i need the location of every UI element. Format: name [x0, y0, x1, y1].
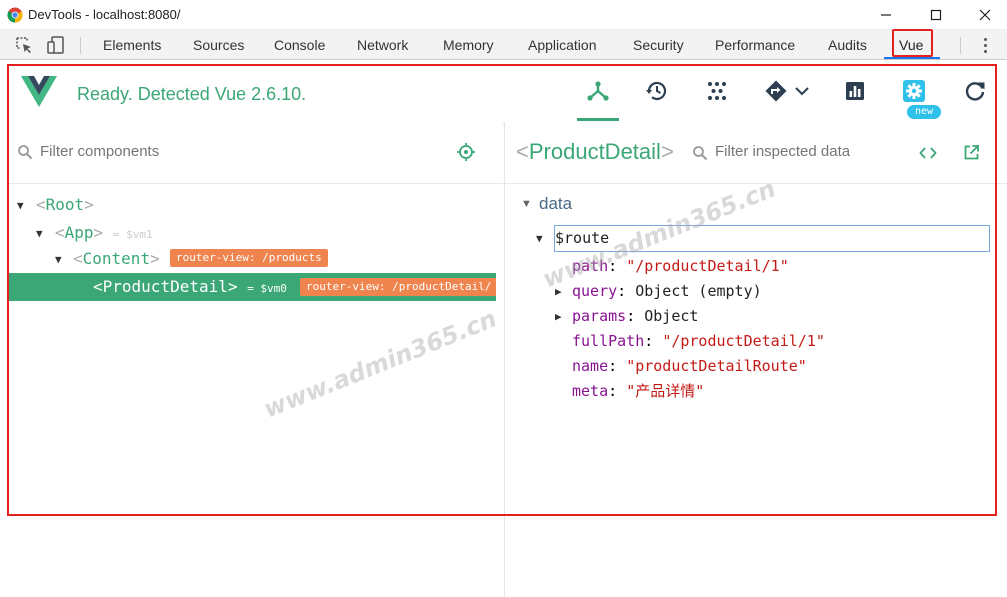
- tab-security[interactable]: Security: [633, 37, 684, 53]
- filter-inspected-data-input[interactable]: [715, 143, 905, 160]
- window-titlebar: DevTools - localhost:8080/: [0, 0, 1007, 30]
- routing-icon: [765, 80, 787, 102]
- component-name: Root: [45, 195, 85, 214]
- active-tab-indicator: [884, 57, 940, 59]
- tab-sources[interactable]: Sources: [193, 37, 244, 53]
- collapse-arrow-icon[interactable]: ▼: [536, 232, 543, 245]
- component-search-row: [9, 122, 503, 184]
- tab-network[interactable]: Network: [357, 37, 408, 53]
- history-icon: [646, 81, 667, 101]
- data-section-title: data: [539, 194, 573, 213]
- history-tab-button[interactable]: [642, 76, 672, 106]
- route-key: $route: [555, 229, 610, 247]
- tree-node-app[interactable]: ▼ <App> = $vm1: [9, 220, 503, 245]
- component-name: Content: [82, 249, 151, 268]
- refresh-button[interactable]: [960, 76, 990, 106]
- chrome-icon: [7, 7, 23, 23]
- tree-node-productdetail-selected[interactable]: <ProductDetail> = $vm0 router-view: /pro…: [9, 273, 496, 301]
- component-name: ProductDetail: [102, 277, 228, 296]
- inspector-pane: <ProductDetail> ▼ data ▼ $route path: "/…: [504, 122, 1007, 597]
- active-tab-indicator: [577, 118, 619, 121]
- open-in-editor-icon[interactable]: [963, 144, 980, 161]
- components-pane: ▼ <Root> ▼ <App> = $vm1 ▼ <Content> rout…: [9, 122, 503, 597]
- expand-arrow-icon[interactable]: ▶: [555, 279, 562, 304]
- search-icon: [18, 145, 33, 160]
- tab-elements[interactable]: Elements: [103, 37, 161, 53]
- router-view-badge: router-view: /products: [170, 249, 328, 267]
- window-title: DevTools - localhost:8080/: [28, 7, 181, 22]
- toolbar-divider: [80, 37, 81, 54]
- inspector-header: <ProductDetail>: [505, 122, 1007, 184]
- events-icon: [708, 82, 726, 100]
- settings-tab-button[interactable]: [899, 76, 929, 106]
- new-badge: new: [907, 105, 941, 119]
- devtools-tabbar: Elements Sources Console Network Memory …: [0, 30, 1007, 60]
- vm-reference: = $vm1: [112, 228, 153, 241]
- maximize-button[interactable]: [926, 6, 946, 24]
- tab-application[interactable]: Application: [528, 37, 597, 53]
- close-button[interactable]: [975, 6, 995, 24]
- refresh-icon: [965, 82, 985, 101]
- components-icon: [587, 81, 609, 101]
- expand-arrow-icon[interactable]: ▼: [36, 227, 43, 240]
- device-toolbar-icon[interactable]: [46, 35, 66, 55]
- more-options-icon[interactable]: [984, 38, 988, 54]
- route-row-focus-outline[interactable]: [554, 225, 990, 252]
- vue-devtools-header: Ready. Detected Vue 2.6.10.: [9, 66, 995, 122]
- filter-components-input[interactable]: [40, 143, 420, 160]
- settings-gear-icon: [903, 80, 925, 102]
- inspected-component-title: <ProductDetail>: [516, 139, 674, 164]
- routing-tab-button[interactable]: [762, 76, 812, 106]
- tab-console[interactable]: Console: [274, 37, 325, 53]
- search-icon: [693, 146, 708, 161]
- inspect-dom-code-icon[interactable]: [919, 145, 937, 161]
- tab-audits[interactable]: Audits: [828, 37, 867, 53]
- events-tab-button[interactable]: [702, 76, 732, 106]
- expand-arrow-icon[interactable]: ▼: [55, 253, 62, 266]
- tab-performance[interactable]: Performance: [715, 37, 795, 53]
- vm-reference: = $vm0: [247, 282, 287, 295]
- performance-tab-button[interactable]: [840, 76, 870, 106]
- tab-memory[interactable]: Memory: [443, 37, 494, 53]
- tree-node-content[interactable]: ▼ <Content> router-view: /products: [9, 246, 503, 271]
- component-name: App: [64, 223, 94, 242]
- status-text: Ready. Detected Vue 2.6.10.: [77, 84, 307, 104]
- bar-chart-icon: [846, 82, 864, 100]
- chevron-down-icon: [795, 87, 809, 96]
- vue-tab-highlight: [892, 29, 933, 57]
- components-tab-button[interactable]: [583, 76, 613, 106]
- select-component-target-icon[interactable]: [456, 142, 476, 162]
- router-view-badge: router-view: /productDetail/: [300, 278, 496, 296]
- tree-node-root[interactable]: ▼ <Root>: [9, 192, 503, 217]
- vue-logo-icon: [21, 76, 57, 107]
- expand-arrow-icon[interactable]: ▶: [555, 304, 562, 329]
- toolbar-divider: [960, 37, 961, 54]
- expand-arrow-icon[interactable]: ▼: [17, 199, 24, 212]
- collapse-arrow-icon[interactable]: ▼: [521, 198, 532, 210]
- inspect-element-icon[interactable]: [14, 35, 34, 55]
- minimize-button[interactable]: [876, 6, 896, 24]
